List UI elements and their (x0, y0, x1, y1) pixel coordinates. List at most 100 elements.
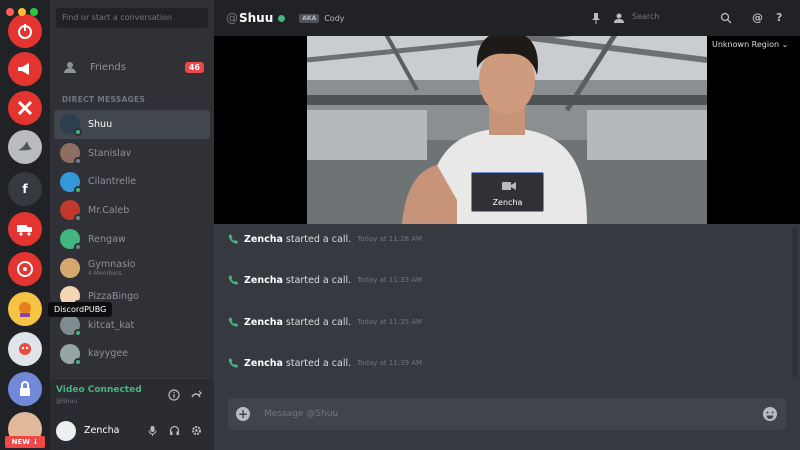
aka-tag: AKA (299, 13, 320, 23)
message-text: started a call. (285, 233, 352, 245)
phone-icon (228, 234, 238, 244)
friends-item[interactable]: Friends 46 (56, 56, 208, 78)
dm-name: PizzaBingo (88, 290, 139, 302)
message-call-4: Zencha started a call. Today at 11:39 AM (228, 355, 422, 371)
megaphone-icon (18, 63, 29, 75)
group-avatar (60, 257, 80, 278)
window-controls (6, 8, 38, 16)
guild-robot[interactable] (8, 332, 42, 366)
info-icon[interactable] (168, 389, 180, 401)
dm-item-cilantrelle[interactable]: Cilantrelle (54, 167, 210, 196)
guild-tools[interactable] (8, 91, 42, 125)
friends-badge: 46 (184, 61, 204, 73)
pip-name: Zencha (492, 198, 523, 207)
guild-bird[interactable] (8, 130, 42, 164)
local-video-pip[interactable]: Zencha (471, 172, 544, 212)
dm-item-gymnasio[interactable]: Gymnasio 4 Members (54, 253, 210, 282)
avatar (60, 114, 82, 137)
video-camera-icon (502, 182, 516, 190)
message-call-2: Zencha started a call. Today at 11:33 AM (228, 272, 422, 288)
pubg-character-icon (19, 302, 31, 317)
message-timestamp: Today at 11:28 AM (357, 235, 423, 243)
dm-name: Gymnasio (88, 258, 136, 270)
status-online-indicator (74, 329, 82, 338)
gamepad-icon (17, 261, 33, 277)
message-scrollbar[interactable] (792, 228, 798, 378)
dm-name: kayygee (88, 348, 129, 360)
search-input[interactable]: Find or start a conversation (56, 8, 208, 28)
channel-search[interactable]: Search (632, 12, 659, 21)
message-timestamp: Today at 11:35 AM (357, 318, 423, 326)
status-online-indicator (74, 128, 82, 137)
channel-header: @ Shuu AKA Cody Search @ ? (214, 0, 800, 36)
add-friend-icon[interactable] (614, 12, 626, 24)
message-author[interactable]: Zencha (244, 234, 283, 245)
message-call-3: Zencha started a call. Today at 11:35 AM (228, 314, 422, 330)
message-text: started a call. (285, 274, 352, 286)
message-input[interactable] (264, 406, 744, 422)
dm-item-mr-caleb[interactable]: Mr.Caleb (54, 196, 210, 225)
guild-truck[interactable] (8, 212, 42, 246)
dm-member-count: 4 Members (88, 269, 122, 277)
region-selector[interactable]: Unknown Region ⌄ (712, 40, 788, 49)
disconnect-icon[interactable] (190, 389, 202, 401)
upload-plus-icon[interactable]: + (236, 407, 250, 421)
status-offline-indicator (74, 157, 82, 166)
mentions-icon[interactable]: @ (752, 11, 764, 24)
microphone-icon[interactable] (147, 425, 158, 436)
tools-icon (17, 100, 33, 116)
close-window-button[interactable] (6, 8, 14, 16)
guild-gamepad[interactable] (8, 252, 42, 286)
emoji-icon[interactable] (762, 406, 778, 422)
user-panel: Zencha (50, 410, 214, 450)
message-author[interactable]: Zencha (244, 275, 283, 286)
new-badge[interactable]: NEW ↓ (5, 436, 45, 448)
minimize-window-button[interactable] (18, 8, 26, 16)
friends-label: Friends (90, 61, 126, 73)
settings-gear-icon[interactable] (191, 425, 202, 436)
at-symbol: @ (226, 11, 238, 25)
phone-icon (228, 275, 238, 285)
message-timestamp: Today at 11:39 AM (357, 359, 423, 367)
help-icon[interactable]: ? (776, 11, 788, 24)
message-timestamp: Today at 11:33 AM (357, 276, 423, 284)
message-author[interactable]: Zencha (244, 317, 283, 328)
status-online-indicator (74, 357, 82, 366)
chevron-down-icon: ⌄ (781, 40, 789, 49)
bird-icon (18, 141, 32, 151)
dm-name: kitcat_kat (88, 319, 135, 331)
channel-name: Shuu (239, 11, 274, 25)
guild-sidebar: f DiscordPUBG NEW ↓ (0, 0, 113, 450)
new-badge-label: NEW (11, 438, 31, 446)
phone-icon (228, 358, 238, 368)
dm-item-shuu[interactable]: Shuu (54, 110, 210, 139)
avatar (60, 143, 82, 166)
user-name: Zencha (84, 425, 120, 436)
guild-f[interactable]: f (8, 172, 42, 206)
dm-item-stanislav[interactable]: Stanislav (54, 139, 210, 168)
maximize-window-button[interactable] (30, 8, 38, 16)
guild-announcements[interactable] (8, 52, 42, 86)
dm-item-kayygee[interactable]: kayygee (54, 340, 210, 369)
headphones-icon[interactable] (169, 425, 180, 436)
dm-name: Mr.Caleb (88, 204, 130, 216)
guild-f-label: f (22, 182, 28, 196)
aka-name: Cody (324, 13, 345, 23)
user-avatar[interactable] (56, 421, 76, 441)
power-icon (18, 24, 32, 39)
guild-locked[interactable] (8, 372, 42, 406)
guild-power[interactable] (8, 14, 42, 48)
online-status-dot (278, 14, 286, 22)
direct-messages-header: DIRECT MESSAGES (62, 95, 146, 104)
friends-icon (64, 62, 76, 73)
pin-icon[interactable] (590, 12, 602, 24)
guild-discordpubg[interactable] (8, 292, 42, 326)
dm-item-rengaw[interactable]: Rengaw (54, 225, 210, 254)
message-author[interactable]: Zencha (244, 358, 283, 369)
phone-icon (228, 317, 238, 327)
message-composer: + (228, 398, 786, 430)
dm-list: Shuu Stanislav Cilantrelle Mr.Caleb Reng… (54, 110, 210, 368)
voice-status: Video Connected (56, 385, 142, 395)
message-text: started a call. (285, 316, 352, 328)
search-icon[interactable] (720, 12, 732, 24)
